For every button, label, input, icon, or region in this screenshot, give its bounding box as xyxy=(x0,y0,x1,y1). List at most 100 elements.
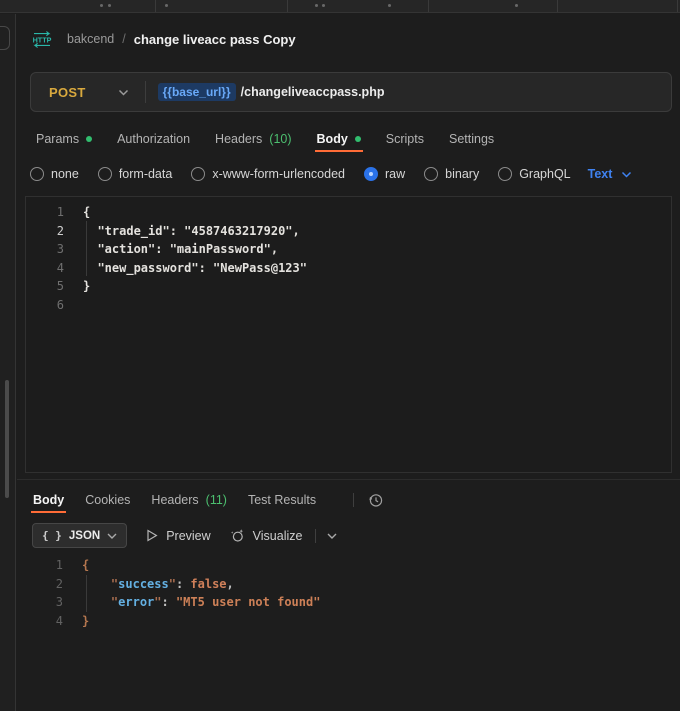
rail-button-partial[interactable] xyxy=(0,26,10,50)
url-path-input[interactable]: /changeliveaccpass.php xyxy=(241,85,385,99)
preview-button[interactable]: Preview xyxy=(146,529,210,543)
base-url-variable[interactable]: {{base_url}} xyxy=(158,83,236,101)
toolbar-divider xyxy=(315,529,316,543)
language-label: Text xyxy=(588,167,613,181)
code-text: } xyxy=(64,277,90,296)
tab-label: Authorization xyxy=(117,132,190,146)
postman-window: HTTP bakcend / change liveacc pass Copy … xyxy=(0,0,680,711)
history-clock-icon[interactable] xyxy=(368,492,384,508)
line-number: 1 xyxy=(25,556,63,575)
radio-icon xyxy=(30,167,44,181)
chevron-down-icon xyxy=(621,171,632,178)
tab-strip-separator xyxy=(287,0,288,12)
code-line: 1{ xyxy=(26,203,671,222)
method-selector[interactable]: POST xyxy=(49,85,86,100)
code-text: { xyxy=(64,203,90,222)
response-tabs: Body Cookies Headers (11) Test Results xyxy=(33,488,384,512)
left-rail xyxy=(0,14,16,711)
response-tab-test-results[interactable]: Test Results xyxy=(248,487,316,513)
tab-body[interactable]: Body xyxy=(317,126,361,152)
line-number: 1 xyxy=(26,203,64,222)
response-toolbar: { } JSON Preview Visualize xyxy=(32,523,337,548)
code-line: 1{ xyxy=(25,556,672,575)
code-text: { xyxy=(63,556,89,575)
response-editor-lines: 1{2 "success": false,3 "error": "MT5 use… xyxy=(25,556,672,630)
mode-label: x-www-form-urlencoded xyxy=(212,167,345,181)
response-body-viewer[interactable]: 1{2 "success": false,3 "error": "MT5 use… xyxy=(25,552,672,642)
line-number: 3 xyxy=(25,593,63,612)
url-divider xyxy=(145,81,146,103)
tab-label: Settings xyxy=(449,132,494,146)
mode-binary[interactable]: binary xyxy=(424,167,479,181)
rail-scrollbar[interactable] xyxy=(5,380,9,498)
play-outline-icon xyxy=(146,529,158,542)
line-number: 6 xyxy=(26,296,64,315)
code-line: 3 "action": "mainPassword", xyxy=(26,240,671,259)
chevron-down-icon[interactable] xyxy=(327,533,337,539)
code-line: 6 xyxy=(26,296,671,315)
response-tab-headers[interactable]: Headers (11) xyxy=(151,487,227,513)
response-divider[interactable] xyxy=(17,479,680,480)
code-text: } xyxy=(63,612,89,631)
tab-label: Scripts xyxy=(386,132,424,146)
request-editor-lines: 1{2 "trade_id": "4587463217920",3 "actio… xyxy=(26,203,671,314)
tab-label: Test Results xyxy=(248,493,316,507)
tab-label: Headers xyxy=(215,132,262,146)
tab-label: Params xyxy=(36,132,79,146)
raw-language-select[interactable]: Text xyxy=(588,167,633,181)
format-label: JSON xyxy=(69,530,100,542)
tab-strip-dot xyxy=(165,4,168,7)
braces-icon: { } xyxy=(42,529,62,542)
svg-text:HTTP: HTTP xyxy=(33,35,52,44)
url-bar: POST {{base_url}} /changeliveaccpass.php xyxy=(30,72,672,112)
app-tab-strip[interactable] xyxy=(0,0,680,13)
line-number: 4 xyxy=(25,612,63,631)
response-format-select[interactable]: { } JSON xyxy=(32,523,127,548)
response-tab-cookies[interactable]: Cookies xyxy=(85,487,130,513)
tab-strip-separator xyxy=(557,0,558,12)
preview-label: Preview xyxy=(166,529,210,543)
chevron-down-icon xyxy=(107,533,117,539)
code-text xyxy=(64,296,83,315)
response-tab-body[interactable]: Body xyxy=(33,487,64,513)
code-text: "error": "MT5 user not found" xyxy=(63,593,320,612)
visualize-button[interactable]: Visualize xyxy=(230,528,303,543)
line-number: 2 xyxy=(26,222,64,241)
tab-authorization[interactable]: Authorization xyxy=(117,126,190,152)
request-body-editor[interactable]: 1{2 "trade_id": "4587463217920",3 "actio… xyxy=(25,196,672,473)
mode-label: form-data xyxy=(119,167,173,181)
code-text: "action": "mainPassword", xyxy=(64,240,278,259)
mode-label: GraphQL xyxy=(519,167,570,181)
code-text: "new_password": "NewPass@123" xyxy=(64,259,307,278)
code-text: "success": false, xyxy=(63,575,234,594)
tab-params[interactable]: Params xyxy=(36,126,92,152)
indent-guide xyxy=(86,221,87,276)
mode-x-www-form-urlencoded[interactable]: x-www-form-urlencoded xyxy=(191,167,345,181)
breadcrumb-collection[interactable]: bakcend xyxy=(67,32,114,46)
line-number: 3 xyxy=(26,240,64,259)
mode-raw[interactable]: raw xyxy=(364,167,405,181)
tab-scripts[interactable]: Scripts xyxy=(386,126,424,152)
chevron-down-icon[interactable] xyxy=(118,89,129,96)
active-tab-underline xyxy=(315,150,363,152)
code-line: 4 "new_password": "NewPass@123" xyxy=(26,259,671,278)
params-dot-icon xyxy=(86,136,92,142)
mode-graphql[interactable]: GraphQL xyxy=(498,167,570,181)
tab-strip-dot xyxy=(515,4,518,7)
tab-strip-dot xyxy=(315,4,318,7)
mode-none[interactable]: none xyxy=(30,167,79,181)
tab-strip-separator xyxy=(428,0,429,12)
tab-label: Body xyxy=(317,132,348,146)
request-title[interactable]: change liveacc pass Copy xyxy=(134,32,296,47)
mode-form-data[interactable]: form-data xyxy=(98,167,173,181)
tab-strip-dot xyxy=(108,4,111,7)
body-dot-icon xyxy=(355,136,361,142)
tab-headers[interactable]: Headers (10) xyxy=(215,126,291,152)
tab-strip-separator xyxy=(677,0,678,12)
visualize-sparkle-icon xyxy=(230,528,245,543)
code-line: 3 "error": "MT5 user not found" xyxy=(25,593,672,612)
code-line: 4} xyxy=(25,612,672,631)
radio-icon xyxy=(191,167,205,181)
mode-label: none xyxy=(51,167,79,181)
tab-settings[interactable]: Settings xyxy=(449,126,494,152)
